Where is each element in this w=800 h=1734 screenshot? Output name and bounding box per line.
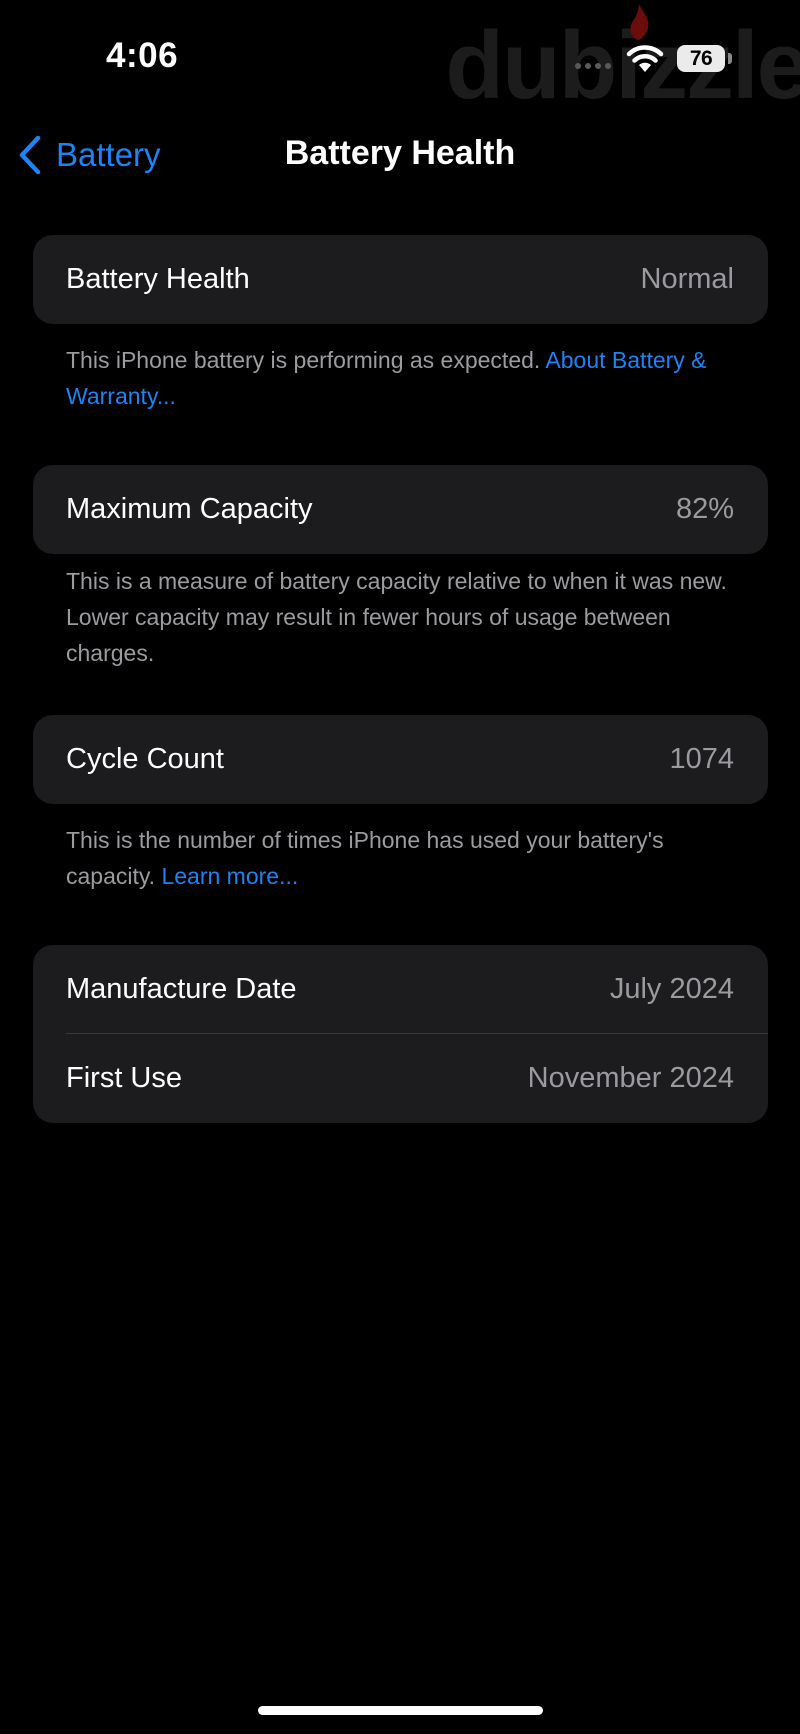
battery-cap xyxy=(728,53,732,64)
home-indicator[interactable] xyxy=(258,1706,543,1715)
cycle-count-row: Cycle Count 1074 xyxy=(33,715,768,804)
cycle-count-footnote-text: This is the number of times iPhone has u… xyxy=(66,827,664,889)
battery-health-footnote-text: This iPhone battery is performing as exp… xyxy=(66,347,546,373)
battery-health-card: Battery Health Normal xyxy=(33,235,768,324)
battery-icon: 76 xyxy=(677,45,725,72)
first-use-label: First Use xyxy=(66,1062,182,1094)
battery-dates-card: Manufacture Date July 2024 First Use Nov… xyxy=(33,945,768,1123)
maximum-capacity-row: Maximum Capacity 82% xyxy=(33,465,768,554)
cellular-dots-icon xyxy=(575,63,611,69)
manufacture-date-label: Manufacture Date xyxy=(66,973,297,1005)
first-use-value: November 2024 xyxy=(527,1062,734,1094)
battery-health-row: Battery Health Normal xyxy=(33,235,768,324)
battery-health-label: Battery Health xyxy=(66,263,250,295)
cycle-count-label: Cycle Count xyxy=(66,743,224,775)
maximum-capacity-card: Maximum Capacity 82% xyxy=(33,465,768,554)
cycle-count-value: 1074 xyxy=(669,743,734,775)
maximum-capacity-footnote: This is a measure of battery capacity re… xyxy=(66,568,727,666)
learn-more-link[interactable]: Learn more... xyxy=(161,863,298,889)
battery-health-value: Normal xyxy=(640,263,734,295)
page-title: Battery Health xyxy=(284,134,516,172)
cycle-count-footnote: This is the number of times iPhone has u… xyxy=(66,822,746,894)
battery-level: 76 xyxy=(689,46,713,70)
manufacture-date-value: July 2024 xyxy=(609,973,734,1005)
first-use-row: First Use November 2024 xyxy=(33,1034,768,1123)
status-time: 4:06 xyxy=(106,36,179,75)
status-bar: dubizzle 4:06 76 xyxy=(0,0,800,114)
maximum-capacity-value: 82% xyxy=(675,493,734,525)
cycle-count-card: Cycle Count 1074 xyxy=(33,715,768,804)
flame-icon xyxy=(630,4,649,40)
battery-health-footnote: This iPhone battery is performing as exp… xyxy=(66,342,746,414)
wifi-icon xyxy=(626,45,664,72)
manufacture-date-row: Manufacture Date July 2024 xyxy=(33,945,768,1034)
maximum-capacity-label: Maximum Capacity xyxy=(66,493,313,525)
dubizzle-watermark: dubizzle xyxy=(445,12,800,119)
